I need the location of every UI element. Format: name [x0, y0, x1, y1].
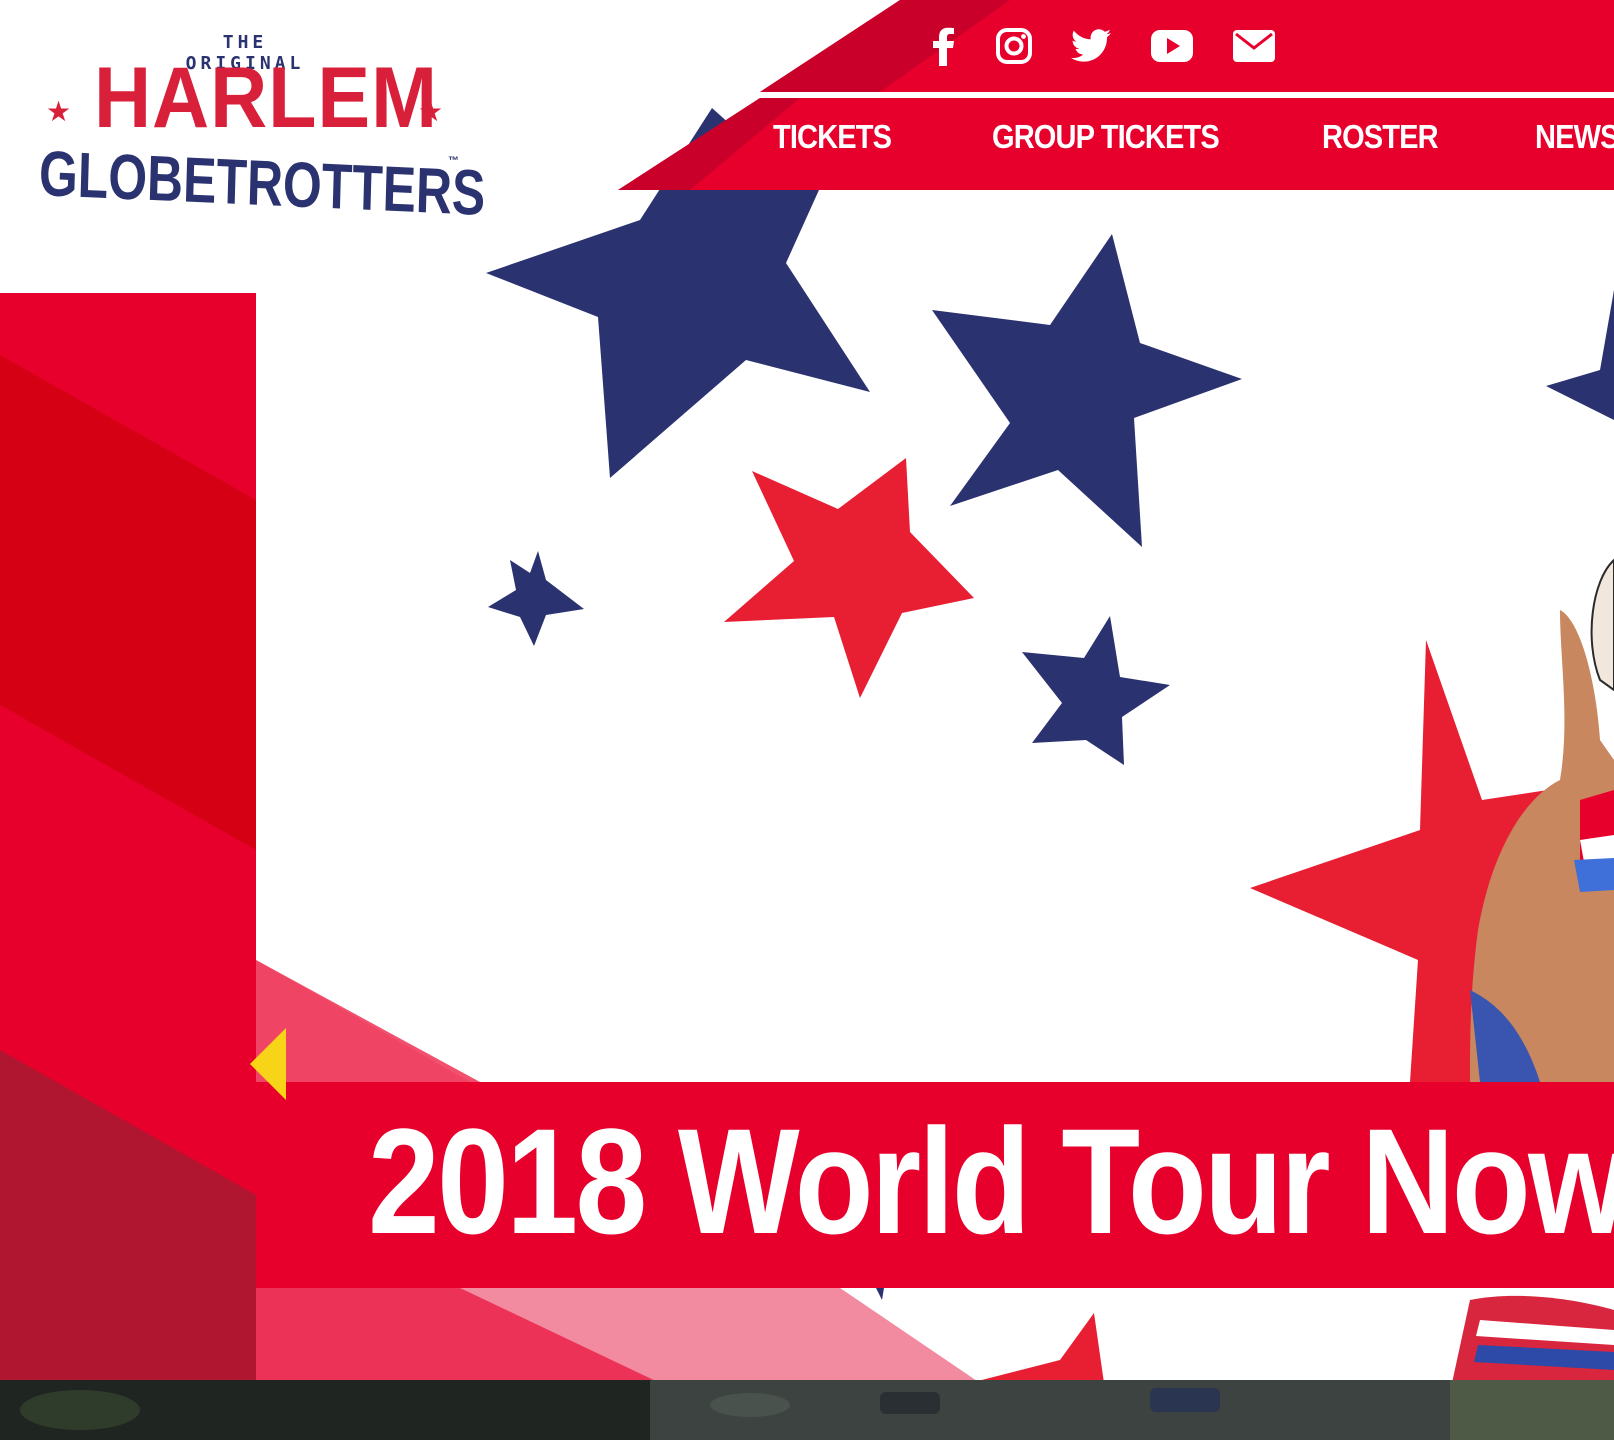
logo-harlem-text: HARLEM	[94, 50, 438, 146]
navy-star-fragment	[876, 1288, 884, 1300]
star-icon: ★	[46, 96, 72, 127]
hero-headline-banner[interactable]: 2018 World Tour Now	[256, 1082, 1614, 1288]
bottom-photo-strip	[0, 1380, 1614, 1440]
navy-star-medium	[932, 234, 1242, 547]
trademark-symbol: ™	[448, 155, 459, 167]
nav-group-tickets[interactable]: GROUP TICKETS	[992, 118, 1220, 156]
email-icon[interactable]	[1230, 22, 1278, 70]
nav-news[interactable]: NEWS	[1535, 118, 1614, 156]
facebook-icon[interactable]	[919, 22, 967, 70]
navy-star-small-2	[1022, 616, 1170, 765]
harlem-globetrotters-logo[interactable]: THE ORIGINAL ★ HARLEM ★ GLOBETROTTERS ™	[0, 0, 520, 250]
red-star-medium	[724, 458, 974, 698]
left-red-panel	[0, 293, 256, 1383]
arena-photo	[0, 1380, 1614, 1440]
instagram-icon[interactable]	[990, 22, 1038, 70]
star-icon: ★	[418, 96, 444, 127]
nav-tickets[interactable]: TICKETS	[773, 118, 892, 156]
twitter-icon[interactable]	[1067, 22, 1115, 70]
carousel-prev-arrow-icon[interactable]	[250, 1028, 286, 1100]
hero-headline: 2018 World Tour Now	[368, 1097, 1614, 1265]
youtube-icon[interactable]	[1148, 22, 1196, 70]
logo-globetrotters-text: GLOBETROTTERS	[38, 137, 487, 229]
nav-roster[interactable]: ROSTER	[1322, 118, 1439, 156]
red-star-bottom	[970, 1313, 1104, 1383]
navy-star-small-1	[488, 551, 584, 646]
navy-star-edge	[1546, 290, 1614, 420]
